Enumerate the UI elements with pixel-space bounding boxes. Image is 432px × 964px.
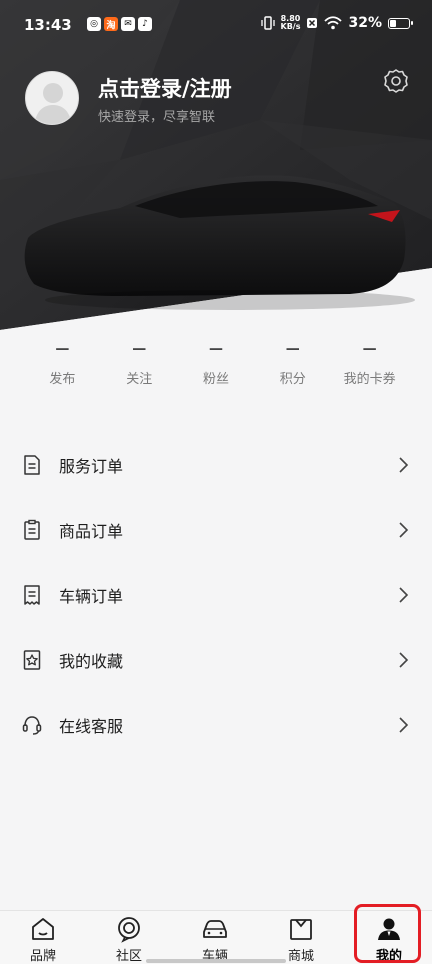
menu-list: 服务订单 商品订单 车辆订单 我的收藏 在线客服 (0, 432, 432, 757)
tab-mall[interactable]: 商城 (258, 911, 344, 964)
menu-item-label: 车辆订单 (59, 586, 124, 606)
menu-item-label: 服务订单 (59, 456, 124, 476)
status-bar: 13:43 ◎ 淘 ✉ ♪ 8.80 KB/s 32% (0, 0, 432, 52)
stat-posts[interactable]: — 发布 (24, 342, 101, 392)
status-time: 13:43 (24, 16, 72, 34)
home-icon (32, 918, 54, 940)
menu-item-service-orders[interactable]: 服务订单 (0, 432, 432, 497)
net-speed-unit: KB/s (280, 22, 301, 31)
tab-brand[interactable]: 品牌 (0, 911, 86, 964)
profile-header: 13:43 ◎ 淘 ✉ ♪ 8.80 KB/s 32% 点击登录/注册 快速登录… (0, 0, 432, 340)
tab-community[interactable]: 社区 (86, 911, 172, 964)
circle-app-icon: ◎ (87, 17, 101, 31)
stat-value: — (362, 341, 377, 357)
headset-icon (22, 715, 42, 735)
menu-item-label: 商品订单 (59, 521, 124, 541)
login-register-link[interactable]: 点击登录/注册 (98, 73, 232, 103)
stat-following[interactable]: — 关注 (101, 342, 178, 392)
stat-value: — (55, 341, 70, 357)
stat-value: — (285, 341, 300, 357)
shopping-bag-icon (290, 919, 312, 940)
vibrate-icon (260, 16, 275, 30)
chevron-right-icon (399, 716, 409, 733)
battery-percent: 32% (348, 15, 382, 31)
default-avatar-icon (34, 83, 72, 124)
mail-app-icon: ✉ (121, 17, 135, 31)
tab-vehicle[interactable]: 车辆 (172, 911, 258, 964)
home-indicator (146, 959, 286, 963)
menu-item-customer-service[interactable]: 在线客服 (0, 692, 432, 757)
community-icon (118, 917, 140, 943)
sim-disabled-icon (307, 18, 318, 28)
stat-fans[interactable]: — 粉丝 (178, 342, 255, 392)
stat-points[interactable]: — 积分 (254, 342, 331, 392)
settings-gear-icon[interactable] (383, 68, 409, 94)
clipboard-icon (24, 519, 40, 540)
stats-row: — 发布 — 关注 — 粉丝 — 积分 — 我的卡券 (24, 342, 408, 392)
document-icon (24, 454, 40, 475)
menu-item-product-orders[interactable]: 商品订单 (0, 497, 432, 562)
chevron-right-icon (399, 651, 409, 668)
stat-value: — (132, 341, 147, 357)
chevron-right-icon (399, 456, 409, 473)
orange-app-icon: 淘 (104, 17, 118, 31)
avatar[interactable] (25, 71, 79, 125)
star-bookmark-icon (23, 649, 41, 670)
stat-label: 粉丝 (202, 372, 229, 387)
chevron-right-icon (399, 586, 409, 603)
active-tab-highlight (354, 904, 421, 963)
menu-item-label: 在线客服 (59, 716, 124, 736)
tiktok-app-icon: ♪ (138, 17, 152, 31)
login-subtitle: 快速登录，尽享智联 (98, 110, 216, 125)
stat-label: 发布 (49, 372, 76, 387)
notification-icons: ◎ 淘 ✉ ♪ (87, 17, 152, 31)
menu-item-label: 我的收藏 (59, 651, 124, 671)
tab-label: 品牌 (29, 949, 56, 964)
car-icon (203, 920, 227, 938)
menu-item-favorites[interactable]: 我的收藏 (0, 627, 432, 692)
stat-label: 我的卡券 (343, 372, 396, 387)
receipt-icon (24, 584, 40, 605)
stat-label: 积分 (279, 372, 306, 387)
battery-icon (388, 17, 413, 29)
menu-item-vehicle-orders[interactable]: 车辆订单 (0, 562, 432, 627)
net-speed: 8.80 KB/s (281, 15, 301, 31)
stat-label: 关注 (126, 372, 153, 387)
status-right: 8.80 KB/s 32% (260, 15, 413, 31)
wifi-icon (324, 16, 343, 30)
stat-coupons[interactable]: — 我的卡券 (331, 342, 408, 392)
chevron-right-icon (399, 521, 409, 538)
stat-value: — (208, 341, 223, 357)
